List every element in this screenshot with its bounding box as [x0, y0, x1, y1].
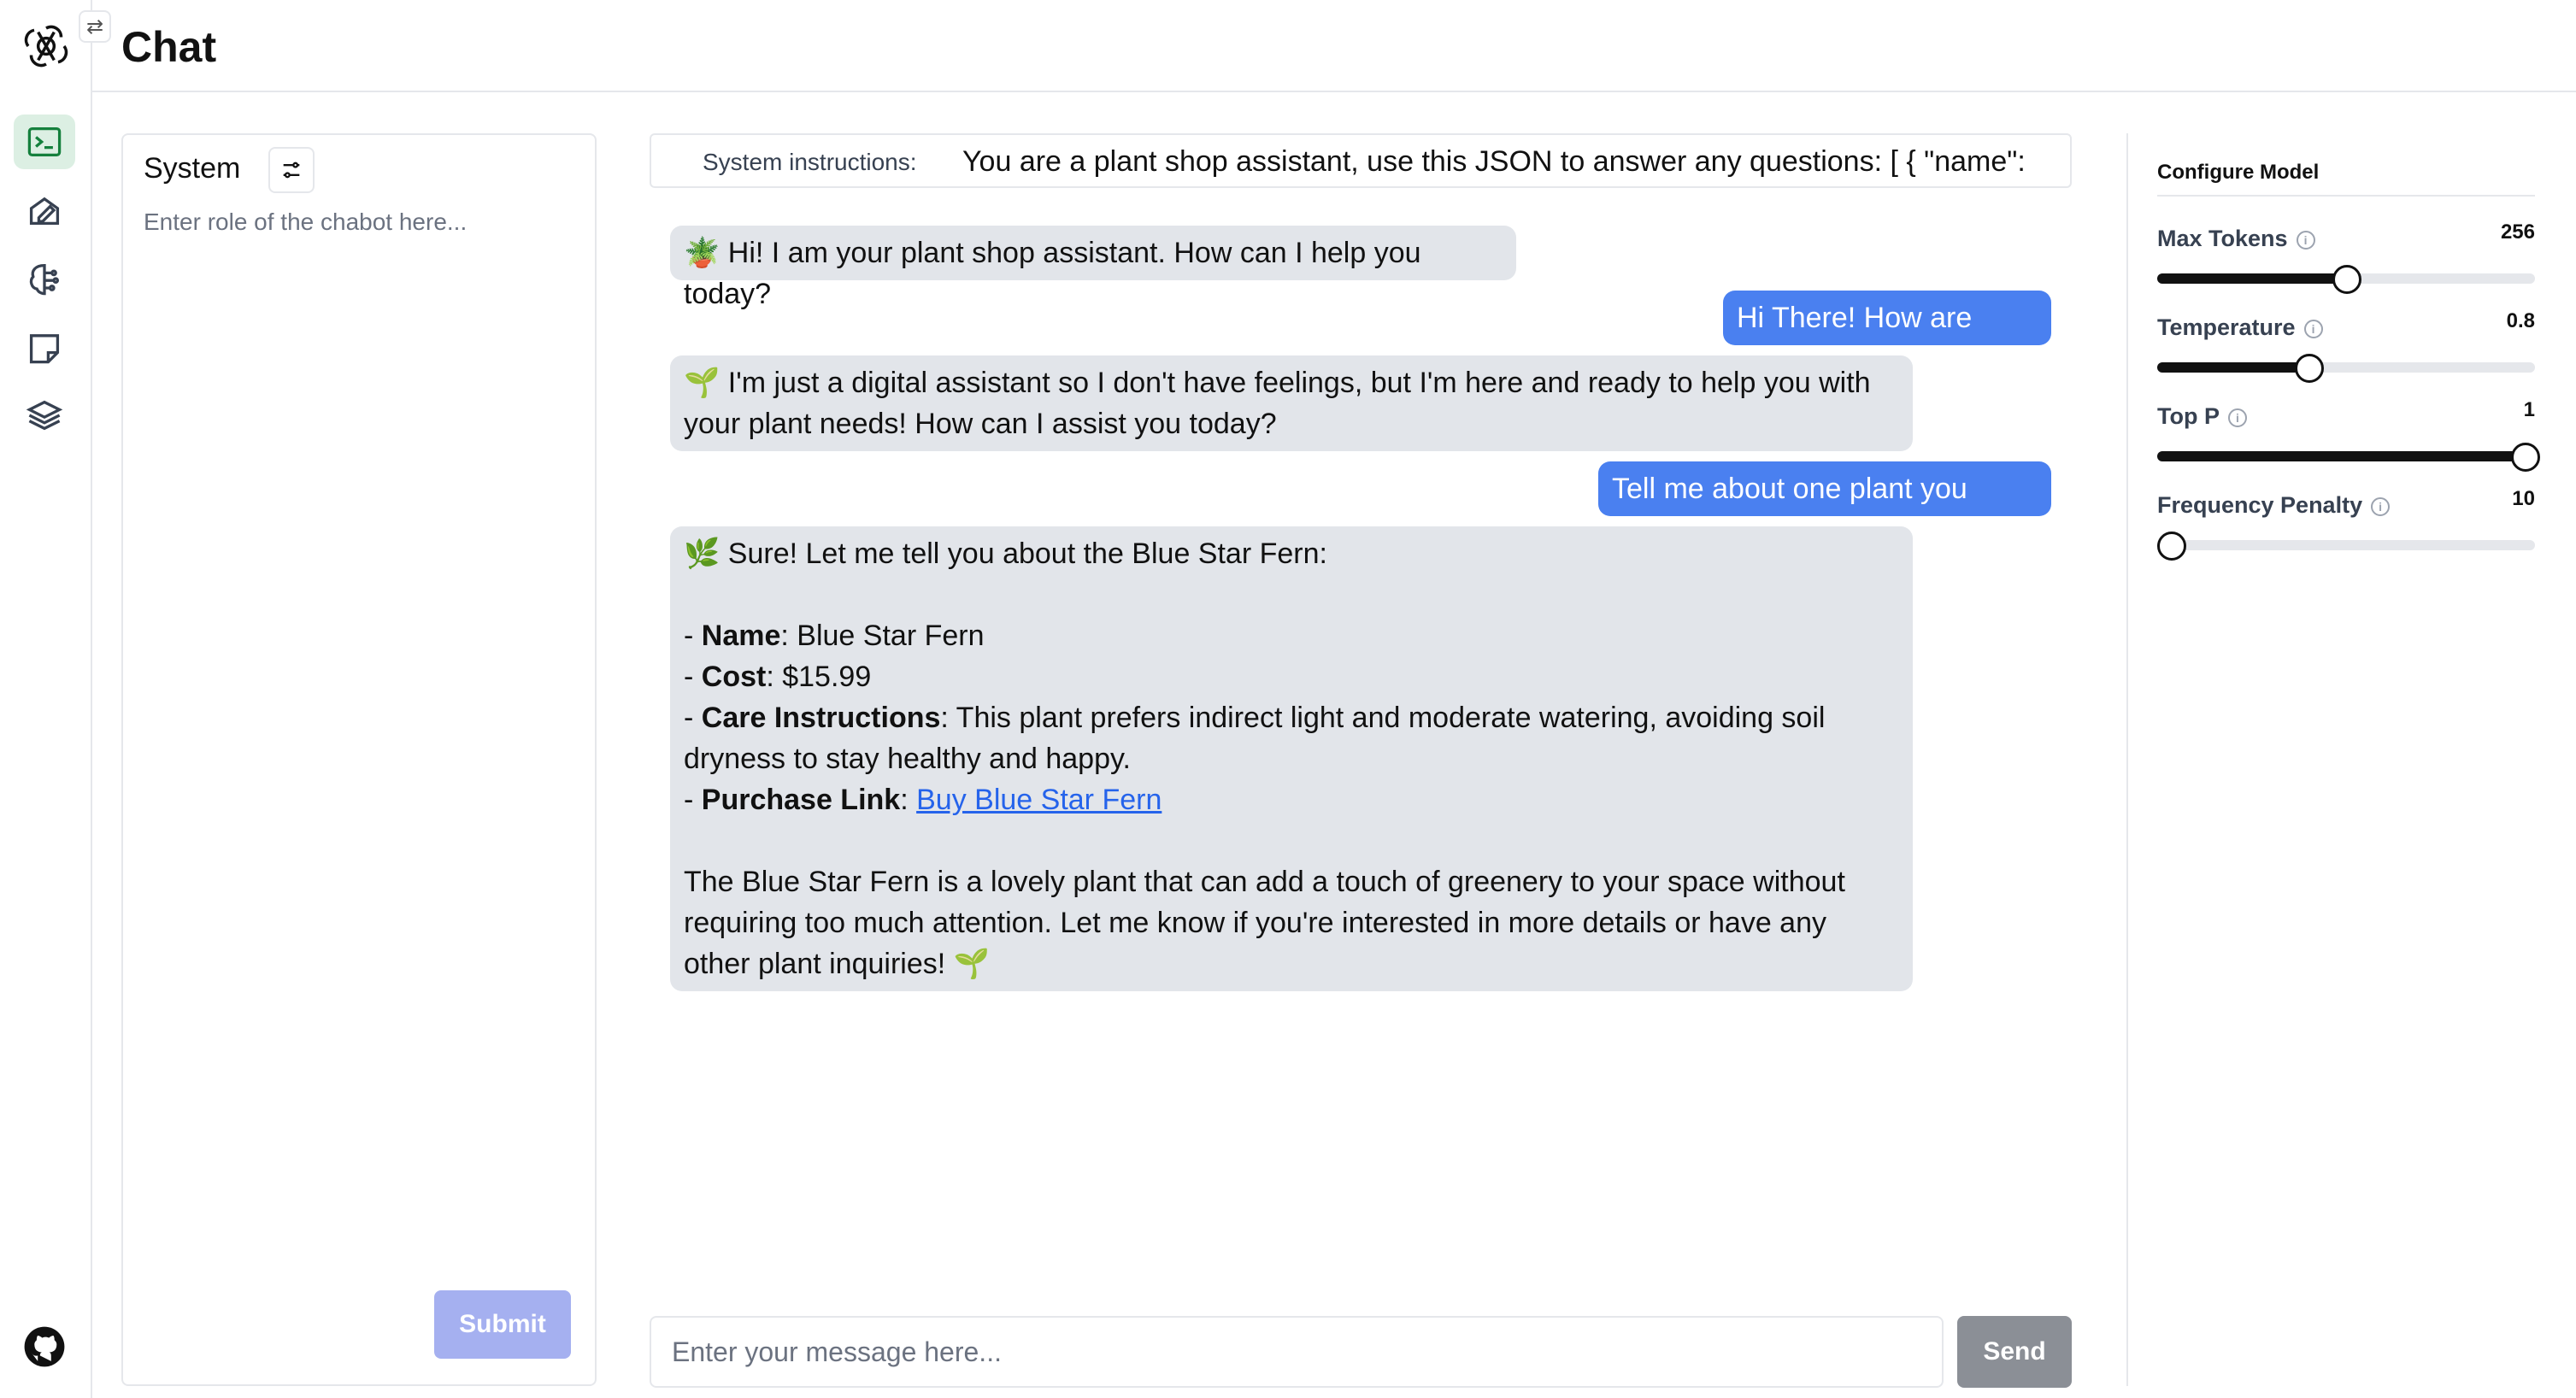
detail-key: Cost	[701, 661, 767, 693]
detail-value: :	[900, 784, 917, 816]
pencil-square-icon	[29, 197, 60, 226]
slider-thumb[interactable]	[2332, 265, 2361, 294]
openai-logo-icon[interactable]	[22, 22, 70, 70]
param-frequency-penalty: Frequency Penalty i 10	[2157, 487, 2535, 569]
rail-edit-button[interactable]	[14, 183, 75, 238]
frequency-penalty-slider[interactable]	[2157, 532, 2535, 561]
assistant-message: 🪴 Hi! I am your plant shop assistant. Ho…	[670, 226, 1516, 310]
param-value: 256	[2500, 220, 2535, 244]
page-title: Chat	[121, 23, 217, 71]
detail-line: - Purchase Link: Buy Blue Star Fern	[684, 784, 1162, 816]
param-label: Frequency Penalty i	[2157, 492, 2391, 519]
message-emoji: 🌿	[684, 537, 720, 570]
info-circle-icon[interactable]: i	[2227, 408, 2247, 427]
system-instructions-bar[interactable]: System instructions: You are a plant sho…	[650, 133, 2072, 188]
message-input-wrapper	[650, 1316, 1944, 1388]
param-label: Top Pi	[2157, 403, 2247, 430]
param-value: 1	[2523, 398, 2535, 421]
detail-value: : $15.99	[766, 661, 872, 693]
slider-thumb[interactable]	[2511, 443, 2540, 472]
header: Chat	[92, 0, 2576, 92]
message-input[interactable]	[672, 1318, 1920, 1386]
purchase-link[interactable]: Buy Blue Star Fern	[916, 784, 1162, 816]
param-top-p: Top Pi 1	[2157, 398, 2540, 480]
detail-value: : Blue Star Fern	[780, 620, 985, 652]
message-emoji: 🌱	[953, 948, 990, 980]
detail-key: Purchase Link	[701, 784, 901, 816]
param-label: Temperature i	[2157, 314, 2323, 341]
message-emoji: 🪴	[684, 237, 720, 269]
param-max-tokens: Max Tokens i 256	[2157, 220, 2535, 303]
param-label: Max Tokens i	[2157, 226, 2315, 252]
assistant-message: 🌱 I'm just a digital assistant so I don'…	[670, 355, 1913, 451]
system-settings-button[interactable]	[268, 147, 315, 193]
system-title: System	[144, 152, 241, 185]
user-message: Hi There! How are you?	[1723, 291, 2051, 375]
message-outro: The Blue Star Fern is a lovely plant tha…	[684, 866, 1845, 980]
divider	[2157, 195, 2535, 197]
icon-rail	[0, 0, 92, 1398]
slider-fill	[2157, 273, 2346, 284]
swap-button[interactable]: ⇄	[79, 10, 111, 43]
info-circle-icon[interactable]: i	[2303, 320, 2323, 338]
terminal-icon	[27, 126, 62, 157]
rail-layers-button[interactable]	[14, 388, 75, 443]
submit-button[interactable]: Submit	[434, 1290, 571, 1359]
param-temperature: Temperature i 0.8	[2157, 309, 2535, 391]
layers-icon	[26, 400, 63, 431]
rail-chat-button[interactable]	[14, 115, 75, 169]
temperature-slider[interactable]	[2157, 354, 2535, 383]
max-tokens-slider[interactable]	[2157, 265, 2535, 294]
brain-icon	[29, 263, 60, 296]
top-p-slider[interactable]	[2157, 443, 2540, 472]
message-emoji: 🌱	[684, 367, 720, 399]
info-circle-icon[interactable]: i	[2296, 231, 2315, 250]
system-instructions-value: You are a plant shop assistant, use this…	[962, 145, 2026, 178]
role-input[interactable]	[144, 209, 571, 1234]
config-title: Configure Model	[2157, 161, 2320, 184]
rail-notes-button[interactable]	[14, 320, 75, 374]
system-panel: System Submit	[121, 133, 597, 1386]
message-text: I'm just a digital assistant so I don't …	[684, 367, 1871, 440]
detail-key: Name	[701, 620, 781, 652]
detail-key: Care Instructions	[701, 702, 941, 734]
slider-thumb[interactable]	[2157, 532, 2186, 561]
sticky-note-icon	[29, 334, 60, 364]
user-message: Tell me about one plant you have	[1598, 461, 2051, 546]
send-button[interactable]: Send	[1957, 1316, 2072, 1388]
param-value: 0.8	[2506, 309, 2535, 332]
info-circle-icon[interactable]: i	[2371, 497, 2391, 516]
arrows-swap-icon: ⇄	[85, 15, 104, 38]
sliders-icon	[283, 162, 300, 179]
system-instructions-label: System instructions:	[703, 149, 917, 175]
slider-fill	[2157, 362, 2308, 373]
slider-thumb[interactable]	[2294, 354, 2324, 383]
detail-line: - Name: Blue Star Fern	[684, 620, 985, 652]
github-icon[interactable]	[22, 1325, 70, 1372]
message-intro: Sure! Let me tell you about the Blue Sta…	[727, 537, 1327, 570]
message-text: Hi! I am your plant shop assistant. How …	[684, 237, 1421, 310]
slider-fill	[2157, 451, 2535, 461]
assistant-message: 🌿 Sure! Let me tell you about the Blue S…	[670, 526, 1913, 991]
detail-line: - Cost: $15.99	[684, 661, 872, 693]
rail-brain-button[interactable]	[14, 251, 75, 306]
param-value: 10	[2512, 487, 2535, 510]
detail-line: - Care Instructions: This plant prefers …	[684, 702, 1826, 775]
config-panel: Configure Model Max Tokens i 256 Temperat…	[2126, 133, 2576, 1386]
